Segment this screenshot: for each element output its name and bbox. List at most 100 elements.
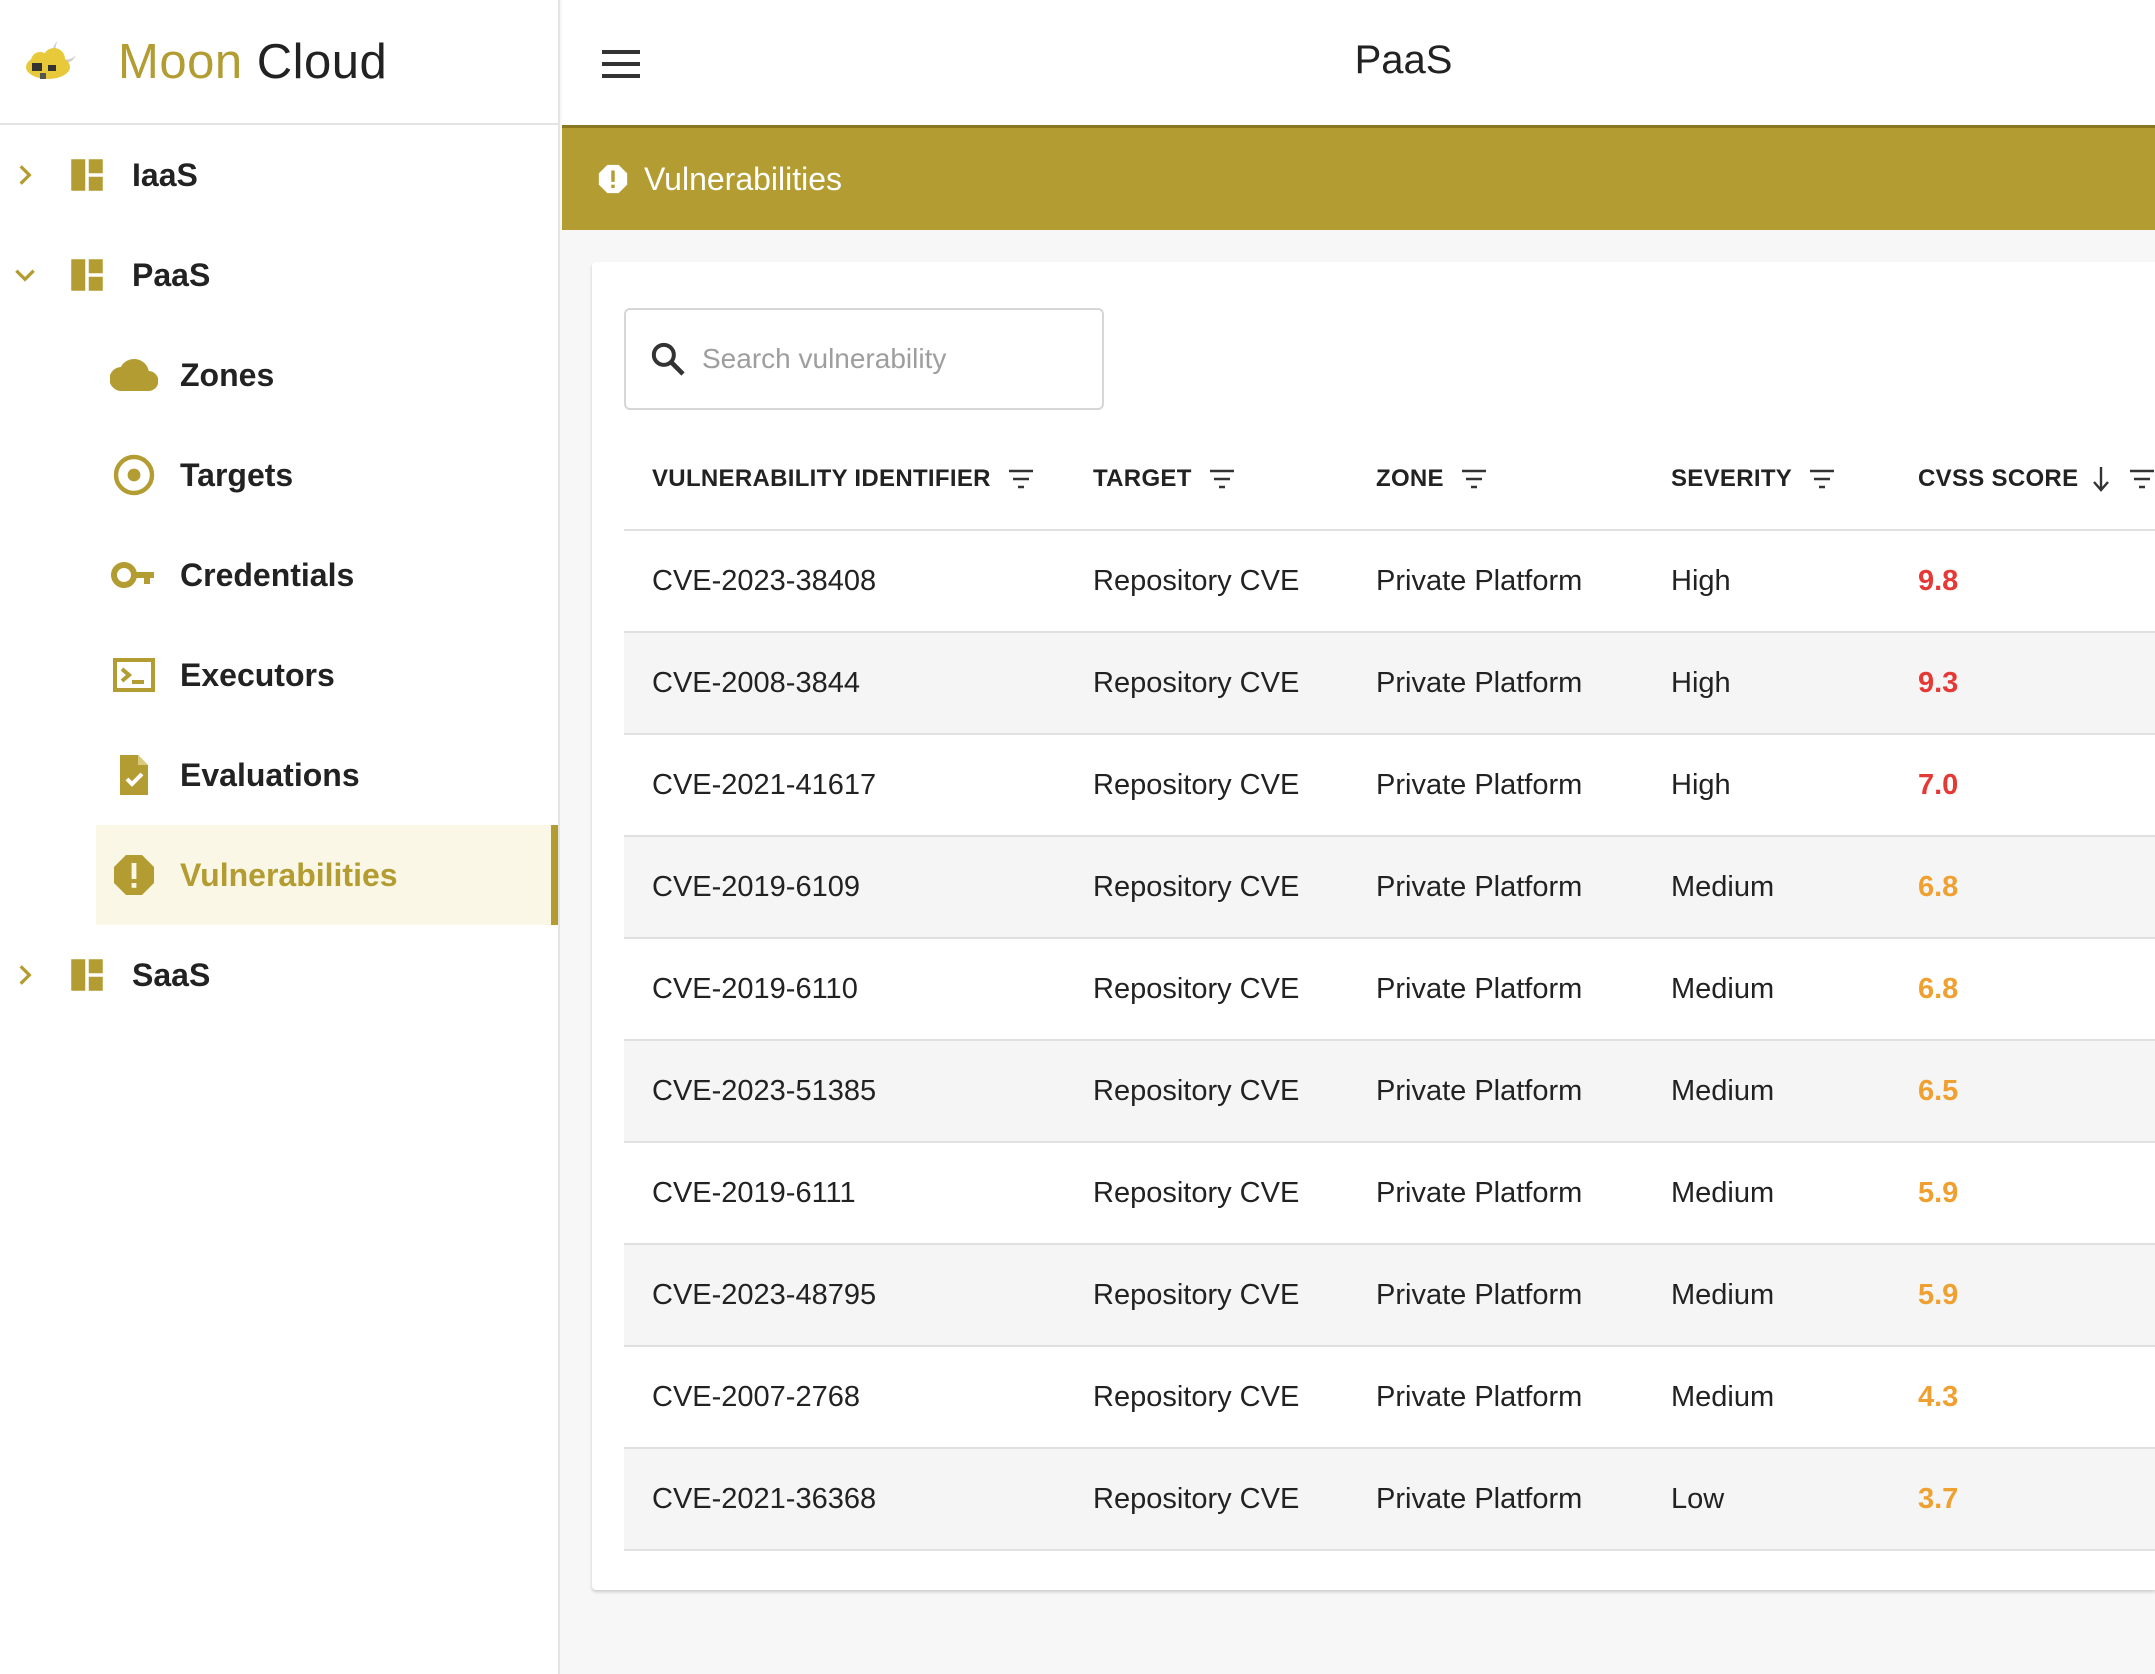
table-row[interactable]: CVE-2023-51385 Repository CVE Private Plat… [624,1040,2155,1143]
table-row[interactable]: CVE-2023-38408 Repository CVE Private Plat… [624,530,2155,633]
sidebar-item-saas[interactable]: SaaS [0,925,558,1025]
table-row[interactable]: CVE-2007-2768 Repository CVE Private Platf… [624,1346,2155,1449]
key-icon [111,562,154,588]
alert-icon [114,855,154,895]
cell-cvss-score: 3.7 [1890,1448,2155,1551]
sort-descending-icon[interactable] [2090,464,2112,494]
filter-icon[interactable] [2128,468,2155,490]
column-header-identifier[interactable]: VULNERABILITY IDENTIFIER [624,428,1065,531]
search-input[interactable] [702,343,1082,375]
cell-identifier: CVE-2021-36368 [624,1448,1065,1551]
sidebar-item-iaas[interactable]: IaaS [0,125,558,225]
sidebar-item-label: Targets [180,456,294,493]
cell-severity: Medium [1643,1142,1890,1245]
filter-icon[interactable] [1208,468,1236,490]
sidebar-item-vulnerabilities[interactable]: Vulnerabilities [96,825,558,925]
sidebar-item-credentials[interactable]: Credentials [0,525,558,625]
cell-cvss-score: 5.9 [1890,1142,2155,1245]
chevron-right-icon[interactable] [0,162,50,188]
table-row[interactable]: CVE-2021-41617 Repository CVE Private Plat… [624,734,2155,837]
sidebar-item-evaluations[interactable]: Evaluations [0,725,558,825]
column-header-label: SEVERITY [1671,464,1793,492]
sidebar-item-zones[interactable]: Zones [0,325,558,425]
table-row[interactable]: CVE-2008-3844 Repository CVE Private Platf… [624,632,2155,735]
sidebar-item-label: Evaluations [180,756,360,793]
document-check-icon [120,755,148,795]
cell-severity: High [1643,530,1890,633]
cell-target: Repository CVE [1065,938,1348,1041]
cell-severity: Medium [1643,1040,1890,1143]
table-row[interactable]: CVE-2019-6110 Repository CVE Private Platf… [624,938,2155,1041]
cell-cvss-score: 9.8 [1890,530,2155,633]
dashboard-icon [71,159,103,191]
cell-target: Repository CVE [1065,632,1348,735]
cell-identifier: CVE-2008-3844 [624,632,1065,735]
cell-severity: High [1643,734,1890,837]
cell-target: Repository CVE [1065,734,1348,837]
sidebar: Moon Cloud IaaS PaaS Zones Targets Crede… [0,0,560,1674]
filter-icon[interactable] [1808,468,1836,490]
brand-name-moon: Moon [118,34,243,89]
cell-cvss-score: 4.3 [1890,1346,2155,1449]
table-row[interactable]: CVE-2019-6111 Repository CVE Private Platf… [624,1142,2155,1245]
table-row[interactable]: CVE-2019-6109 Repository CVE Private Platf… [624,836,2155,939]
column-header-target[interactable]: TARGET [1065,428,1348,531]
top-bar: PaaS [562,0,2155,125]
cell-identifier: CVE-2021-41617 [624,734,1065,837]
cell-identifier: CVE-2019-6111 [624,1142,1065,1245]
cell-cvss-score: 7.0 [1890,734,2155,837]
cell-zone: Private Platform [1348,1244,1643,1347]
sidebar-item-executors[interactable]: Executors [0,625,558,725]
chevron-right-icon[interactable] [0,962,50,988]
column-header-severity[interactable]: SEVERITY [1643,428,1890,531]
column-header-label: TARGET [1093,464,1192,492]
sidebar-item-label: PaaS [132,256,211,293]
cell-cvss-score: 5.9 [1890,1244,2155,1347]
sidebar-item-label: Vulnerabilities [180,856,398,893]
alert-icon [598,164,628,194]
column-header-label: CVSS SCORE [1918,464,2079,492]
sidebar-item-paas[interactable]: PaaS [0,225,558,325]
filter-icon[interactable] [1007,468,1035,490]
sidebar-item-label: Credentials [180,556,355,593]
column-header-label: VULNERABILITY IDENTIFIER [652,464,991,492]
vulnerabilities-table: VULNERABILITY IDENTIFIER TARGET ZONE SEV… [624,428,2155,1551]
cell-zone: Private Platform [1348,938,1643,1041]
cell-cvss-score: 6.8 [1890,938,2155,1041]
column-header-zone[interactable]: ZONE [1348,428,1643,531]
cell-severity: Medium [1643,836,1890,939]
vulnerabilities-card: VULNERABILITY IDENTIFIER TARGET ZONE SEV… [592,262,2155,1590]
cell-target: Repository CVE [1065,1346,1348,1449]
cell-severity: Medium [1643,1244,1890,1347]
cell-target: Repository CVE [1065,1244,1348,1347]
cell-identifier: CVE-2023-38408 [624,530,1065,633]
brand[interactable]: Moon Cloud [0,0,558,125]
filter-icon[interactable] [1460,468,1488,490]
sidebar-item-targets[interactable]: Targets [0,425,558,525]
search-icon [651,342,685,376]
sidebar-nav: IaaS PaaS Zones Targets Credentials Exec… [0,125,558,1025]
banner-title: Vulnerabilities [644,160,843,197]
column-header-label: ZONE [1376,464,1444,492]
sidebar-item-label: Executors [180,656,335,693]
cell-zone: Private Platform [1348,1448,1643,1551]
chevron-down-icon[interactable] [0,262,50,288]
cell-zone: Private Platform [1348,836,1643,939]
cell-severity: Medium [1643,938,1890,1041]
dashboard-icon [71,259,103,291]
terminal-icon [113,658,155,692]
moon-cloud-logo-icon [26,40,76,79]
column-header-cvss-score[interactable]: CVSS SCORE [1890,428,2155,531]
page-title: PaaS [1354,38,1453,82]
table-row[interactable]: CVE-2021-36368 Repository CVE Private Plat… [624,1448,2155,1551]
table-row[interactable]: CVE-2023-48795 Repository CVE Private Plat… [624,1244,2155,1347]
cell-severity: High [1643,632,1890,735]
section-banner: Vulnerabilities [562,125,2155,230]
cell-target: Repository CVE [1065,530,1348,633]
table-header-row: VULNERABILITY IDENTIFIER TARGET ZONE SEV… [624,428,2155,531]
dashboard-icon [71,959,103,991]
cell-cvss-score: 6.8 [1890,836,2155,939]
cell-cvss-score: 9.3 [1890,632,2155,735]
cell-zone: Private Platform [1348,1142,1643,1245]
search-box[interactable] [624,308,1104,410]
